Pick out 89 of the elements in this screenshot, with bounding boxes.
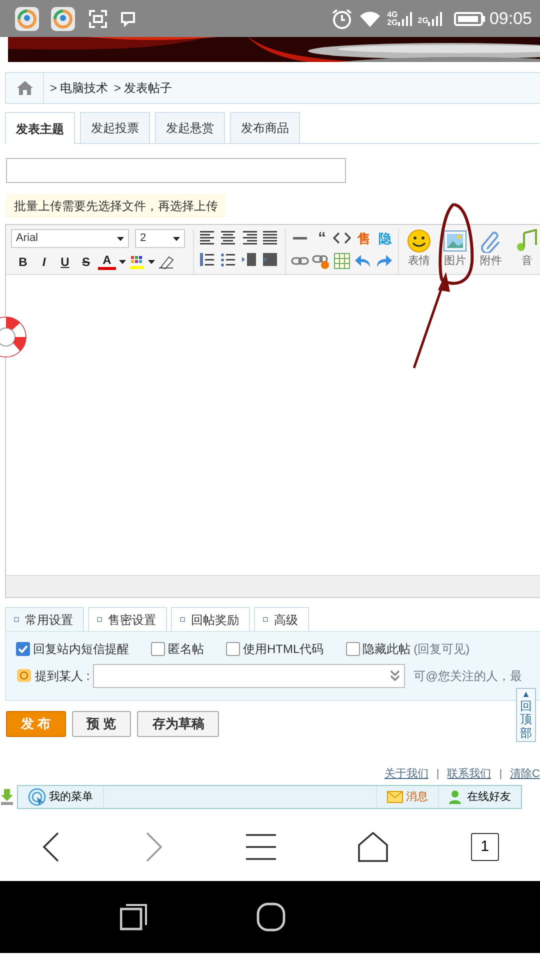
checkbox-option[interactable]: 使用HTML代码	[226, 640, 324, 658]
signal-icon	[428, 12, 442, 26]
menu-icon[interactable]	[246, 834, 276, 860]
media-button[interactable]: 附件	[476, 229, 506, 274]
caret-icon	[148, 260, 155, 264]
align-left-icon[interactable]	[199, 229, 217, 247]
target-icon	[28, 788, 46, 806]
checkbox-option[interactable]: 回复站内短信提醒	[16, 640, 129, 658]
post-tab[interactable]: 发表主题	[5, 112, 75, 144]
settings-tab[interactable]: 售密设置	[88, 607, 167, 631]
caret-icon	[119, 260, 126, 264]
footer-link[interactable]: 清除C	[510, 766, 540, 782]
image-icon	[443, 229, 467, 253]
align-right-icon[interactable]	[241, 229, 259, 247]
breadcrumb-link[interactable]: 电脑技术	[60, 79, 108, 97]
strikethrough-button[interactable]: S	[77, 252, 95, 271]
app-icon	[14, 6, 40, 32]
recent-apps-icon[interactable]	[120, 903, 148, 931]
action-button[interactable]: 预 览	[72, 711, 132, 737]
network-label: 2G	[387, 18, 398, 26]
mention-label: 提到某人 :	[35, 668, 90, 685]
action-button[interactable]: 存为草稿	[137, 711, 220, 737]
text-color-button[interactable]: A	[98, 253, 116, 270]
outdent-icon[interactable]	[262, 251, 280, 269]
bullet-list-icon[interactable]	[220, 251, 238, 269]
title-input[interactable]	[6, 158, 346, 183]
media-button[interactable]: 音	[512, 229, 540, 274]
wifi-icon	[359, 10, 382, 28]
link-separator: |	[436, 766, 440, 782]
numbered-list-icon[interactable]	[199, 251, 217, 269]
underline-button[interactable]: U	[56, 252, 74, 271]
messages-button[interactable]: 消息	[377, 786, 439, 808]
checkmark-icon	[18, 645, 28, 653]
bold-button[interactable]: B	[14, 252, 32, 271]
back-to-top-button[interactable]: ▲ 回顶部	[516, 688, 536, 742]
unlink-icon[interactable]	[312, 252, 330, 270]
battery-icon	[454, 10, 486, 26]
checkbox-option[interactable]: 隐藏此帖 (回复可见)	[346, 640, 470, 658]
link-separator: |	[499, 766, 502, 782]
footer-link[interactable]: 关于我们	[384, 766, 428, 782]
at-sign-icon	[16, 668, 32, 684]
status-time: 09:05	[489, 8, 532, 30]
align-center-icon[interactable]	[220, 229, 238, 247]
chevron-down-icon	[388, 670, 401, 682]
mention-field[interactable]	[92, 664, 405, 688]
envelope-icon	[387, 791, 403, 803]
size-select[interactable]: 2	[135, 229, 185, 248]
caret-icon	[173, 236, 180, 240]
post-tab[interactable]: 发布商品	[230, 112, 300, 143]
media-button[interactable]: 表情	[404, 229, 434, 274]
footer-link[interactable]: 联系我们	[447, 766, 492, 782]
home-button-icon[interactable]	[256, 902, 286, 932]
person-icon	[449, 790, 461, 804]
message-icon	[120, 10, 136, 26]
music-icon	[515, 229, 539, 253]
friends-button[interactable]: 在线好友	[439, 786, 521, 808]
home-icon[interactable]	[358, 832, 388, 862]
tabs-button[interactable]: 1	[470, 833, 499, 861]
back-icon[interactable]	[41, 831, 62, 863]
background-color-icon[interactable]	[129, 254, 145, 270]
indent-icon[interactable]	[241, 251, 259, 269]
quote-button[interactable]: “	[312, 229, 332, 248]
settings-tab[interactable]: 高级	[254, 607, 309, 631]
upload-notice: 批量上传需要先选择文件，再选择上传	[6, 194, 226, 218]
settings-tab[interactable]: 回帖奖励	[171, 607, 250, 631]
smiley-icon	[407, 229, 431, 253]
breadcrumb-link[interactable]: 发表帖子	[124, 79, 172, 97]
eraser-icon[interactable]	[158, 254, 174, 268]
network-label: 4G	[387, 10, 398, 18]
forward-icon[interactable]	[144, 831, 164, 863]
app-icon	[50, 6, 76, 32]
post-tab[interactable]: 发起投票	[80, 112, 150, 143]
font-select[interactable]: Arial	[11, 229, 129, 248]
download-icon[interactable]	[0, 789, 14, 805]
breadcrumb-separator: >	[50, 80, 58, 97]
menu-button[interactable]: 我的菜单	[18, 786, 104, 808]
mention-hint: 可@您关注的人，最	[414, 668, 522, 685]
table-icon[interactable]	[333, 252, 351, 270]
justify-icon[interactable]	[262, 229, 280, 247]
network-label: 2G	[418, 16, 428, 24]
post-tab[interactable]: 发起悬赏	[155, 112, 225, 143]
breadcrumb-separator: >	[114, 80, 122, 97]
settings-tab[interactable]: 常用设置	[5, 607, 84, 631]
caret-icon	[117, 236, 124, 240]
screenshot-icon	[88, 8, 108, 28]
checkbox-option[interactable]: 匿名帖	[151, 640, 204, 658]
alarm-icon	[331, 8, 354, 30]
italic-button[interactable]: I	[35, 252, 53, 271]
signal-icon	[398, 12, 412, 26]
